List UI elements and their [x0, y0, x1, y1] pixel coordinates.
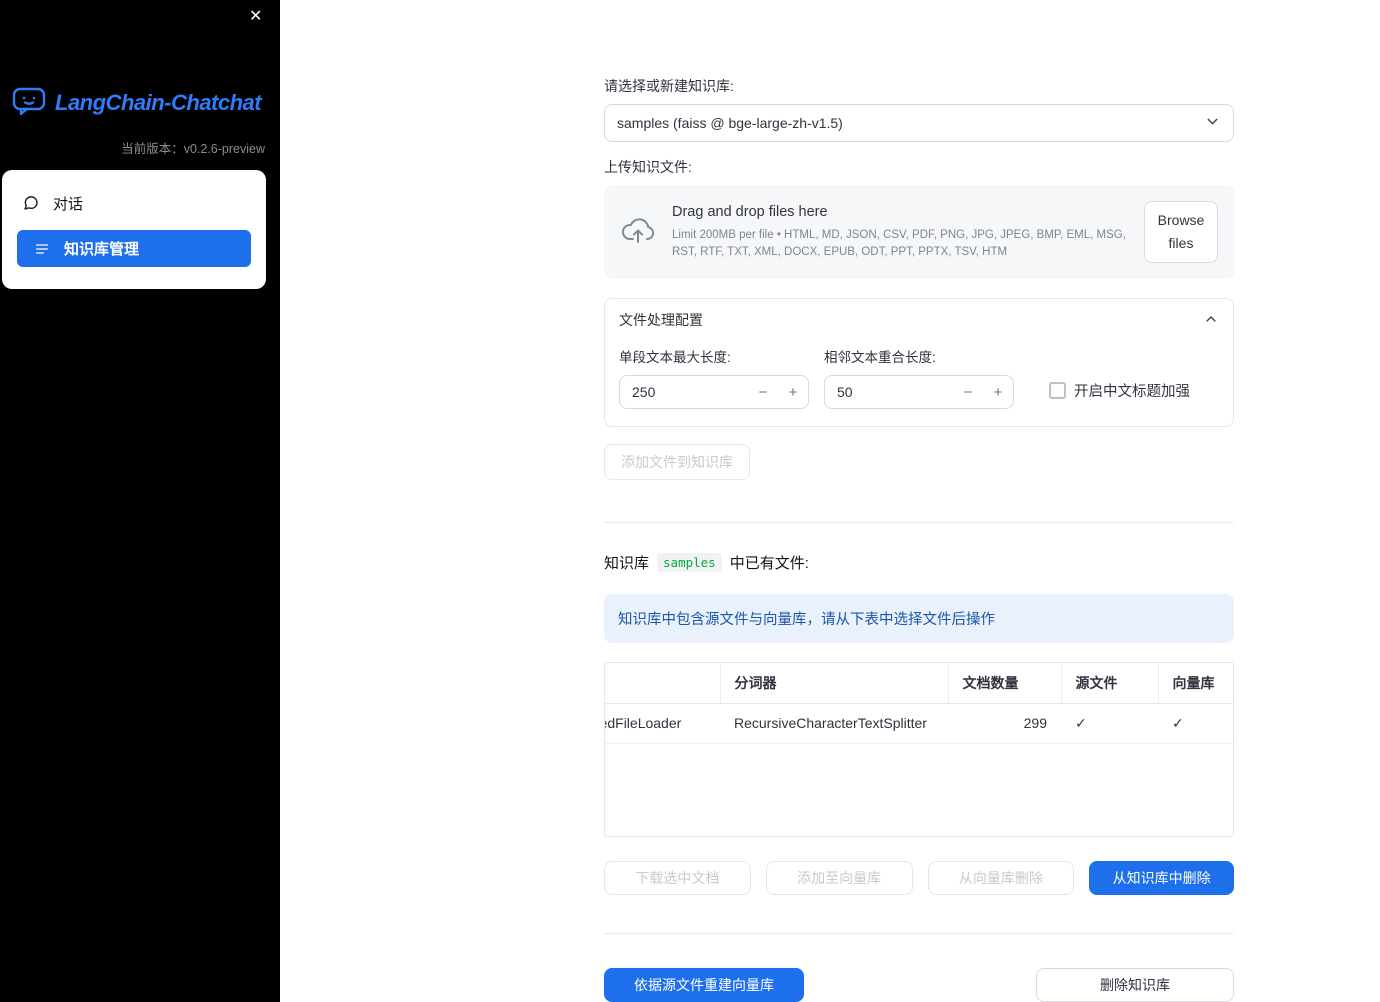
- main-content: 请选择或新建知识库: samples (faiss @ bge-large-zh…: [604, 0, 1234, 1002]
- column-header-vector-store[interactable]: 向量库: [1158, 663, 1233, 704]
- file-config-expander: 文件处理配置 单段文本最大长度: 250 − + 相邻文本重合长度: 50 − …: [604, 298, 1234, 428]
- column-header-source-file[interactable]: 源文件: [1061, 663, 1159, 704]
- app-logo: LangChain-Chatchat: [12, 86, 262, 120]
- kb-files-prefix: 知识库: [604, 555, 650, 573]
- cell-doc-count: 299: [948, 703, 1061, 744]
- bottom-actions: 依据源文件重建向量库 删除知识库: [604, 968, 1234, 1002]
- chevron-down-icon: [1204, 113, 1221, 133]
- overlap-length-input[interactable]: 50 − +: [824, 375, 1014, 410]
- cell-loader: UnstructuredFileLoader: [605, 703, 720, 744]
- overlap-decrement-button[interactable]: −: [953, 376, 983, 408]
- max-length-increment-button[interactable]: +: [778, 376, 808, 408]
- browse-files-button[interactable]: Browse files: [1144, 201, 1218, 264]
- cell-splitter: RecursiveCharacterTextSplitter: [720, 703, 948, 744]
- cloud-upload-icon: [620, 217, 656, 248]
- add-to-vector-store-button[interactable]: 添加至向量库: [765, 861, 913, 896]
- overlap-length-label: 相邻文本重合长度:: [824, 350, 936, 366]
- zh-title-checkbox-row: 开启中文标题加强: [1049, 380, 1190, 409]
- table-row[interactable]: UnstructuredFileLoader RecursiveCharacte…: [605, 703, 1233, 744]
- chevron-up-icon: [1203, 311, 1219, 330]
- delete-from-kb-button[interactable]: 从知识库中删除: [1089, 861, 1234, 896]
- divider: [604, 933, 1234, 935]
- max-length-decrement-button[interactable]: −: [748, 376, 778, 408]
- kb-files-suffix: 中已有文件:: [729, 555, 809, 573]
- zh-title-checkbox[interactable]: [1049, 382, 1066, 400]
- chat-bubble-icon: [23, 195, 39, 211]
- upload-label: 上传知识文件:: [604, 159, 692, 175]
- divider: [604, 522, 1234, 524]
- dropzone-limit-text: Limit 200MB per file • HTML, MD, JSON, C…: [672, 228, 1126, 258]
- column-header-loader[interactable]: 文档加载器: [605, 663, 721, 704]
- file-config-expander-header[interactable]: 文件处理配置: [605, 299, 1233, 337]
- zh-title-checkbox-label[interactable]: 开启中文标题加强: [1074, 380, 1190, 401]
- delete-from-vector-store-button[interactable]: 从向量库删除: [927, 861, 1075, 896]
- sidebar-nav: 对话 知识库管理: [2, 170, 266, 289]
- column-header-doc-count[interactable]: 文档数量: [948, 663, 1062, 704]
- app-title: LangChain-Chatchat: [55, 90, 262, 115]
- download-selected-button[interactable]: 下载选中文档: [604, 861, 751, 896]
- file-dropzone[interactable]: Drag and drop files here Limit 200MB per…: [604, 185, 1234, 280]
- cell-vector-store-check: ✓: [1158, 703, 1233, 744]
- kb-name-code: samples: [657, 553, 722, 573]
- chat-logo-icon: [12, 86, 46, 120]
- info-banner: 知识库中包含源文件与向量库，请从下表中选择文件后操作: [604, 594, 1234, 644]
- table-header-row: 文档加载器 分词器 文档数量 源文件 向量库: [605, 663, 1233, 704]
- add-files-to-kb-button[interactable]: 添加文件到知识库: [604, 444, 750, 481]
- kb-files-heading: 知识库 samples 中已有文件:: [604, 552, 1234, 573]
- dropzone-title: Drag and drop files here: [672, 203, 828, 220]
- list-icon: [34, 241, 50, 257]
- dropzone-text: Drag and drop files here Limit 200MB per…: [672, 204, 1128, 260]
- close-sidebar-icon[interactable]: ✕: [249, 8, 262, 26]
- max-length-value: 250: [632, 384, 656, 401]
- sidebar-item-dialogue[interactable]: 对话: [2, 185, 266, 221]
- column-header-splitter[interactable]: 分词器: [720, 663, 949, 704]
- kb-select-value: samples (faiss @ bge-large-zh-v1.5): [617, 115, 843, 131]
- rebuild-vector-store-button[interactable]: 依据源文件重建向量库: [604, 968, 804, 1002]
- sidebar: ✕ LangChain-Chatchat 当前版本：v0.2.6-preview…: [0, 0, 280, 1002]
- cell-source-file-check: ✓: [1061, 703, 1158, 744]
- file-config-title: 文件处理配置: [619, 312, 703, 329]
- delete-kb-button[interactable]: 删除知识库: [1036, 968, 1234, 1002]
- sidebar-item-knowledge-base[interactable]: 知识库管理: [17, 230, 251, 267]
- file-config-body: 单段文本最大长度: 250 − + 相邻文本重合长度: 50 − + 开启中文标…: [605, 337, 1233, 426]
- table-actions: 下载选中文档 添加至向量库 从向量库删除 从知识库中删除: [604, 861, 1234, 896]
- overlap-length-value: 50: [837, 384, 853, 401]
- sidebar-item-label: 对话: [53, 195, 84, 213]
- kb-select-label: 请选择或新建知识库:: [604, 78, 734, 94]
- sidebar-item-label: 知识库管理: [64, 241, 140, 258]
- version-label: 当前版本：v0.2.6-preview: [121, 142, 265, 156]
- overlap-increment-button[interactable]: +: [983, 376, 1013, 408]
- max-length-input[interactable]: 250 − +: [619, 375, 809, 410]
- kb-select[interactable]: samples (faiss @ bge-large-zh-v1.5): [604, 104, 1234, 142]
- max-length-label: 单段文本最大长度:: [619, 350, 731, 366]
- kb-files-table: 文档加载器 分词器 文档数量 源文件 向量库 UnstructuredFileL…: [604, 662, 1234, 838]
